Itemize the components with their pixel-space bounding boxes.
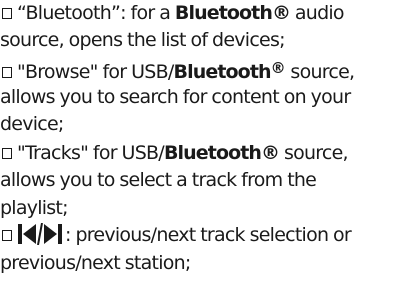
bullet-box-icon xyxy=(2,148,12,159)
list-item-tracks-line2: allows you to select a track from the xyxy=(0,167,317,193)
item-rest-text: : previous/next track selection or xyxy=(65,224,352,246)
item-line2-text: allows you to search for content on your xyxy=(0,86,351,108)
list-item-browse-line2: allows you to search for content on your xyxy=(0,84,351,110)
item-rest-text: audio xyxy=(290,2,345,24)
document-page: “Bluetooth”: for a Bluetooth® audio sour… xyxy=(0,0,419,302)
item-line2-text: source, opens the list of devices; xyxy=(0,29,286,51)
item-lead-text: “Bluetooth”: for a xyxy=(17,2,175,24)
item-bold-text: Bluetooth xyxy=(173,61,272,83)
list-item-tracks-line3: playlist; xyxy=(0,195,69,221)
bullet-box-icon xyxy=(2,8,12,19)
list-item-prev-next: : previous/next track selection or xyxy=(0,222,352,248)
list-item-bluetooth-line2: source, opens the list of devices; xyxy=(0,27,286,53)
item-line2-text: allows you to select a track from the xyxy=(0,169,317,191)
item-line2-text: previous/next station; xyxy=(0,252,191,274)
list-item-tracks: "Tracks" for USB/Bluetooth® source, xyxy=(0,140,349,166)
bullet-box-icon xyxy=(2,230,12,241)
list-item-browse-line3: device; xyxy=(0,111,64,137)
item-lead-text: "Tracks" for USB/ xyxy=(17,142,165,164)
list-item-browse: "Browse" for USB/Bluetooth® source, xyxy=(0,55,355,85)
bullet-box-icon xyxy=(2,67,12,78)
item-line3-text: playlist; xyxy=(0,197,69,219)
item-bold-text: Bluetooth® xyxy=(163,142,280,164)
registered-mark: ® xyxy=(270,59,286,77)
item-lead-text: "Browse" for USB/ xyxy=(17,61,174,83)
list-item-prev-next-line2: previous/next station; xyxy=(0,250,191,276)
item-bold-text: Bluetooth® xyxy=(174,2,291,24)
item-rest-text: source, xyxy=(279,142,349,164)
previous-next-track-icon xyxy=(17,222,63,246)
list-item-bluetooth: “Bluetooth”: for a Bluetooth® audio xyxy=(0,0,345,26)
item-line3-text: device; xyxy=(0,113,64,135)
item-rest-text: source, xyxy=(285,61,355,83)
